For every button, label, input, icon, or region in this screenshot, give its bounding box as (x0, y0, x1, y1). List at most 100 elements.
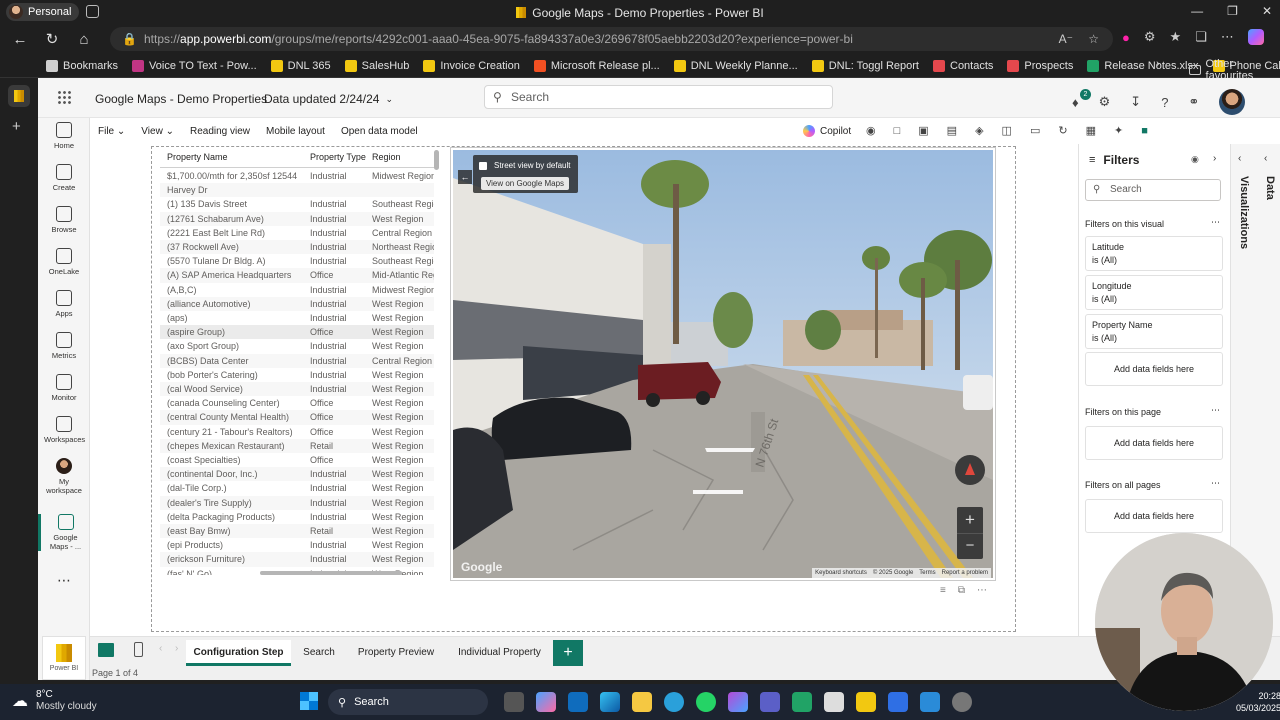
column-header-property-type[interactable]: Property Type (310, 152, 366, 162)
bookmark-item[interactable]: DNL: Toggl Report (811, 59, 919, 72)
loop-icon[interactable] (728, 692, 748, 712)
table-row[interactable]: (epi Products) Industrial West Region (160, 538, 434, 552)
table-row[interactable]: Harvey Dr (160, 183, 434, 198)
photos-icon[interactable] (920, 692, 940, 712)
table-row[interactable]: (coast Specialties) Office West Region (160, 453, 434, 467)
table-row[interactable]: (century 21 - Tabour's Realtors) Office We… (160, 425, 434, 439)
refresh-icon[interactable]: ↻ (40, 27, 64, 51)
teams-app-icon[interactable] (760, 692, 780, 712)
nav-item-monitor[interactable]: Monitor (38, 374, 90, 402)
table-row[interactable]: (chepes Mexican Restaurant) Retail West Re… (160, 438, 434, 453)
table-row[interactable]: (dealer's Tire Supply) Industrial West Reg… (160, 495, 434, 510)
copilot-browser-icon[interactable] (1247, 29, 1264, 45)
task-view-icon[interactable] (504, 692, 524, 712)
data-updated-dropdown[interactable]: Data updated 2/24/24 ⌄ (264, 92, 393, 106)
focus-mode-icon[interactable]: ⧉ (958, 585, 965, 596)
nav-item-my-workspace[interactable]: My workspace (38, 458, 90, 495)
table-row[interactable]: (erickson Furniture) Industrial West Regio… (160, 552, 434, 567)
nav-more-icon[interactable]: ⋯ (38, 572, 90, 589)
previous-page-icon[interactable]: ‹ (159, 643, 162, 654)
nav-item-browse[interactable]: Browse (38, 206, 90, 234)
eye-icon[interactable]: ◉ (1191, 154, 1199, 165)
nav-item-workspaces[interactable]: Workspaces (38, 416, 90, 444)
bookmark-item[interactable]: DNL Weekly Planne... (673, 59, 798, 72)
teams-icon[interactable]: ■ (1141, 125, 1148, 137)
extensions-puzzle-icon[interactable]: ⚙ (1144, 29, 1156, 45)
bookmark-item[interactable]: Release Notes.xlsx (1087, 59, 1199, 72)
close-icon[interactable]: ✕ (1262, 4, 1272, 18)
binoculars-icon[interactable]: ◉ (866, 124, 876, 137)
outlook-icon[interactable] (568, 692, 588, 712)
read-aloud-icon[interactable]: A⁻ (1059, 27, 1073, 51)
all-pages-filters-more-icon[interactable]: ⋯ (1211, 478, 1220, 489)
powerbi-brand[interactable]: Power BI (42, 636, 86, 680)
restore-icon[interactable]: ❐ (1227, 4, 1238, 18)
report-title[interactable]: Google Maps - Demo Properties (95, 92, 267, 106)
nav-item-google-maps[interactable]: Google Maps - ... (38, 514, 90, 551)
reload-icon[interactable]: ↻ (1058, 124, 1067, 137)
bookmarks-overflow-icon[interactable]: › (1156, 58, 1160, 70)
file-menu[interactable]: File ⌄ (98, 126, 125, 137)
table-row[interactable]: (37 Rockwell Ave) Industrial Northeast Reg… (160, 240, 434, 255)
favorites-icon[interactable]: ★ (1170, 29, 1182, 45)
copilot-app-icon[interactable] (536, 692, 556, 712)
page-view-mobile-icon[interactable] (134, 642, 143, 657)
notification-bell-icon[interactable]: ♦ 2 (1072, 88, 1091, 110)
share-icon[interactable]: ⚭ (1188, 94, 1199, 110)
windows-start-icon[interactable] (300, 692, 318, 710)
pin-icon[interactable]: ✦ (1114, 124, 1123, 137)
whatsapp-icon[interactable] (696, 692, 716, 712)
table-row[interactable]: (dal-Tile Corp.) Industrial West Region (160, 481, 434, 495)
table-row[interactable]: (1) 135 Davis Street Industrial Southeast … (160, 197, 434, 211)
table-row[interactable]: (cal Wood Service) Industrial West Region (160, 382, 434, 397)
back-icon[interactable]: ← (8, 27, 32, 51)
table-row[interactable]: (A,B,C) Industrial Midwest Region (160, 283, 434, 297)
more-options-icon[interactable]: ⋯ (977, 585, 987, 596)
nav-item-create[interactable]: Create (38, 164, 90, 192)
page-tab-search[interactable]: Search (293, 640, 345, 666)
table-row[interactable]: (continental Door, Inc.) Industrial West R… (160, 467, 434, 482)
table-row[interactable]: (BCBS) Data Center Industrial Central Regi… (160, 353, 434, 368)
page-view-desktop-icon[interactable] (98, 643, 114, 657)
minimize-icon[interactable]: — (1191, 4, 1203, 18)
bookmark-item[interactable]: Invoice Creation (423, 59, 520, 72)
download-icon[interactable]: ↧ (1130, 94, 1141, 110)
visualizations-pane-tab[interactable]: Visualizations (1232, 176, 1250, 296)
nav-item-onelake[interactable]: OneLake (38, 248, 90, 276)
weather-widget[interactable]: ☁ 8°C Mostly cloudy (12, 689, 97, 713)
bookmark-item[interactable]: SalesHub (344, 59, 409, 72)
table-row[interactable]: (axo Sport Group) Industrial West Region (160, 339, 434, 353)
edge-icon[interactable] (600, 692, 620, 712)
powerbi-search-input[interactable]: ⚲ Search (484, 85, 833, 109)
user-avatar[interactable] (1219, 89, 1246, 115)
explore-icon[interactable]: ▤ (947, 124, 957, 137)
table-row[interactable]: (12761 Schabarum Ave) Industrial West Regi… (160, 211, 434, 226)
table-row[interactable]: (2221 East Belt Line Rd) Industrial Centra… (160, 226, 434, 240)
filter-card[interactable]: Longitude is (All) (1085, 275, 1223, 310)
personalize-icon[interactable]: ◈ (975, 124, 983, 137)
bookmark-item[interactable]: Voice TO Text - Pow... (132, 59, 257, 72)
taskbar-search[interactable]: ⚲ Search (328, 689, 488, 715)
help-icon[interactable]: ? (1161, 95, 1168, 110)
present-icon[interactable]: ◫ (1002, 124, 1012, 137)
page-tab-configuration-step[interactable]: Configuration Step (186, 640, 291, 666)
bookmark-item[interactable]: Microsoft Release pl... (533, 59, 660, 72)
data-pane-tab[interactable]: Data (1258, 176, 1276, 236)
bookmark-item[interactable]: Bookmarks (46, 59, 118, 72)
settings-gear-icon[interactable]: ⚙ (1099, 94, 1111, 110)
column-header-property-name[interactable]: Property Name (167, 152, 228, 162)
open-data-model-button[interactable]: Open data model (341, 126, 418, 137)
miro-icon[interactable] (856, 692, 876, 712)
table-row[interactable]: (aspire Group) Office West Region (160, 325, 434, 340)
nav-item-apps[interactable]: Apps (38, 290, 90, 318)
reading-view-button[interactable]: Reading view (190, 126, 250, 137)
taskbar-clock[interactable]: 20:28 05/03/2025 (1236, 690, 1280, 714)
export-icon[interactable]: ▭ (1030, 124, 1040, 137)
table-row[interactable]: (central County Mental Health) Office West… (160, 410, 434, 425)
table-row[interactable]: (east Bay Bmw) Retail West Region (160, 524, 434, 539)
app-launcher-icon[interactable] (57, 90, 71, 104)
collapse-filters-icon[interactable]: › (1213, 153, 1216, 164)
home-icon[interactable]: ⌂ (72, 27, 96, 51)
vertical-scrollbar[interactable] (434, 150, 439, 170)
filters-search-input[interactable]: ⚲ Search (1085, 179, 1221, 201)
